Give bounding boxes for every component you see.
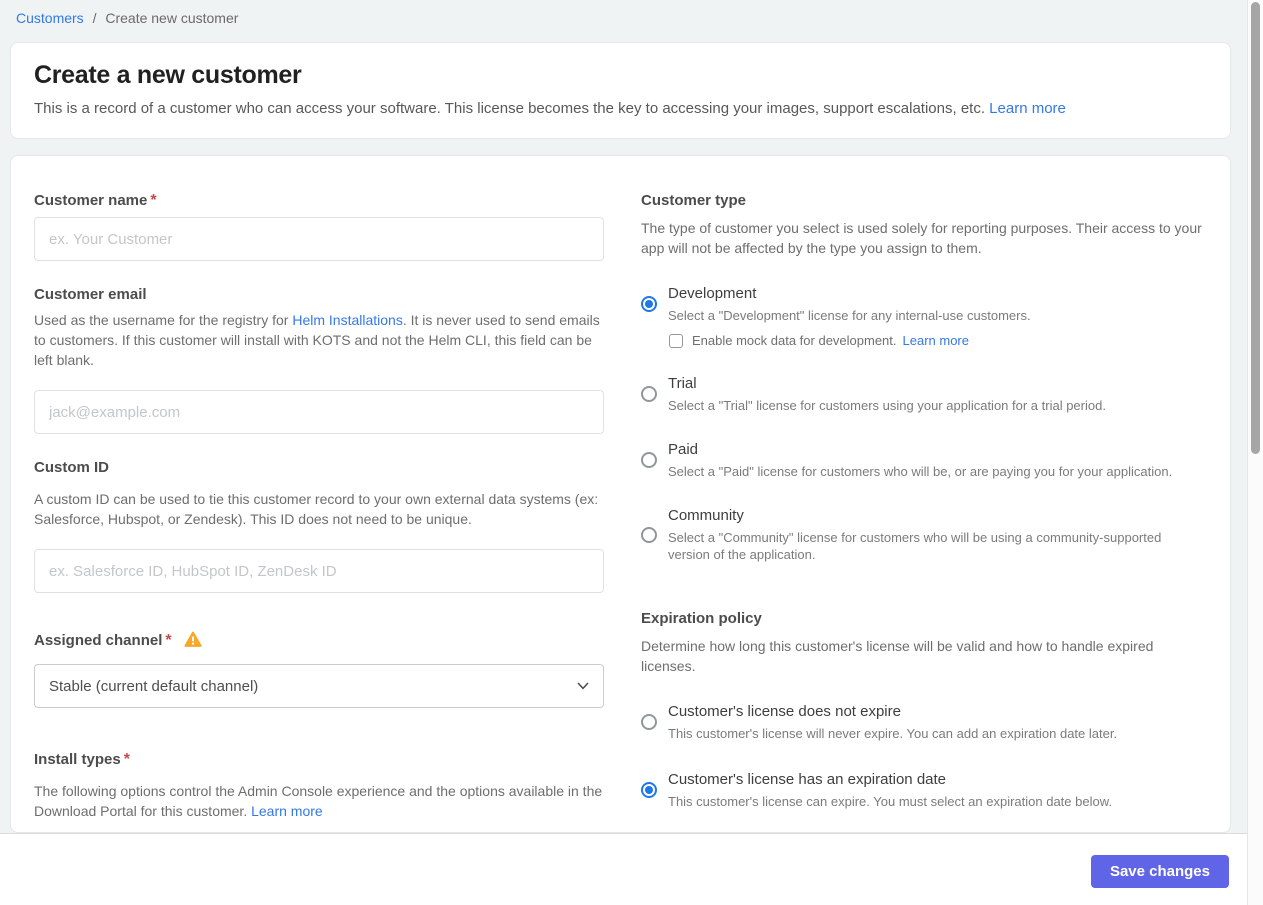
mock-data-row: Enable mock data for development. Learn … <box>669 333 1204 348</box>
assigned-channel-group: Assigned channel * Stable (current defaul… <box>34 631 604 708</box>
license-never-expires-label[interactable]: Customer's license does not expire <box>668 702 1117 721</box>
breadcrumb-current: Create new customer <box>105 10 239 26</box>
install-types-learn-more-link[interactable]: Learn more <box>251 803 323 819</box>
form-left-column: Customer name* Customer email Used as th… <box>34 191 604 821</box>
expiration-option-has-date: Customer's license has an expiration dat… <box>641 770 1204 810</box>
customer-type-option-paid: Paid Select a "Paid" license for custome… <box>641 440 1204 480</box>
license-never-expires-description: This customer's license will never expir… <box>668 726 1118 741</box>
expiration-policy-group: Expiration policy Determine how long thi… <box>641 609 1204 810</box>
trial-option-description: Select a "Trial" license for customers u… <box>668 398 1106 413</box>
mock-data-learn-more-link[interactable]: Learn more <box>903 333 969 348</box>
warning-icon <box>184 631 202 647</box>
customer-type-option-development: Development Select a "Development" licen… <box>641 284 1204 348</box>
customer-type-option-trial: Trial Select a "Trial" license for custo… <box>641 374 1204 414</box>
breadcrumb-separator: / <box>92 10 97 26</box>
development-option-label[interactable]: Development <box>668 284 1031 303</box>
community-option-label[interactable]: Community <box>668 506 1204 525</box>
install-types-label: Install types <box>34 751 121 768</box>
assigned-channel-select[interactable]: Stable (current default channel) <box>34 664 604 708</box>
breadcrumb: Customers / Create new customer <box>16 10 238 26</box>
customer-type-option-community: Community Select a "Community" license f… <box>641 506 1204 563</box>
customer-email-label: Customer email <box>34 286 147 303</box>
page-header-card: Create a new customer This is a record o… <box>10 42 1231 139</box>
install-types-group: Install types * The following options con… <box>34 750 604 821</box>
license-expiration-date-radio[interactable] <box>641 782 657 798</box>
create-customer-form-card: Customer name* Customer email Used as th… <box>10 155 1231 833</box>
required-asterisk: * <box>165 632 172 649</box>
customer-type-group: Customer type The type of customer you s… <box>641 191 1204 563</box>
install-types-description: The following options control the Admin … <box>34 781 604 821</box>
trial-option-label[interactable]: Trial <box>668 374 1106 393</box>
required-asterisk: * <box>123 751 130 768</box>
customer-email-description: Used as the username for the registry fo… <box>34 310 604 370</box>
expiration-policy-description: Determine how long this customer's licen… <box>641 638 1154 674</box>
form-right-column: Customer type The type of customer you s… <box>641 191 1204 810</box>
customer-type-label: Customer type <box>641 192 747 209</box>
expiration-policy-options: Customer's license does not expire This … <box>641 702 1204 810</box>
paid-option-label[interactable]: Paid <box>668 440 1172 459</box>
expiration-policy-label: Expiration policy <box>641 610 762 627</box>
custom-id-input[interactable] <box>34 549 604 593</box>
form-footer-bar: Save changes <box>0 833 1247 905</box>
save-changes-button[interactable]: Save changes <box>1090 855 1229 888</box>
mock-data-checkbox-label[interactable]: Enable mock data for development. <box>692 333 897 348</box>
paid-radio[interactable] <box>641 452 657 468</box>
assigned-channel-label: Assigned channel <box>34 632 163 649</box>
trial-radio[interactable] <box>641 386 657 402</box>
page-description: This is a record of a customer who can a… <box>34 100 1207 117</box>
mock-data-checkbox[interactable] <box>669 333 683 348</box>
license-expiration-date-label[interactable]: Customer's license has an expiration dat… <box>668 770 1112 789</box>
custom-id-group: Custom ID A custom ID can be used to tie… <box>34 458 604 593</box>
customer-name-group: Customer name * <box>34 191 604 261</box>
breadcrumb-link-customers[interactable]: Customers <box>16 10 84 26</box>
custom-id-description: A custom ID can be used to tie this cust… <box>34 491 599 527</box>
page-description-text: This is a record of a customer who can a… <box>34 100 985 117</box>
page-title: Create a new customer <box>34 61 302 89</box>
customer-type-description: The type of customer you select is used … <box>641 220 1202 256</box>
license-never-expires-radio[interactable] <box>641 714 657 730</box>
development-radio[interactable] <box>641 296 657 312</box>
expiration-option-never: Customer's license does not expire This … <box>641 702 1204 742</box>
customer-email-input[interactable] <box>34 390 604 434</box>
helm-installations-link[interactable]: Helm Installations <box>292 312 403 328</box>
customer-name-label: Customer name <box>34 192 148 209</box>
customer-type-options: Development Select a "Development" licen… <box>641 284 1204 563</box>
customer-email-group: Customer email Used as the username for … <box>34 285 604 434</box>
custom-id-label: Custom ID <box>34 459 109 476</box>
development-option-description: Select a "Development" license for any i… <box>668 308 1031 323</box>
required-asterisk: * <box>150 192 157 209</box>
assigned-channel-selected-value: Stable (current default channel) <box>49 677 259 695</box>
scrollbar-thumb[interactable] <box>1251 2 1260 454</box>
customer-name-input[interactable] <box>34 217 604 261</box>
chevron-down-icon <box>577 682 589 690</box>
header-learn-more-link[interactable]: Learn more <box>989 100 1066 117</box>
license-expiration-date-description: This customer's license can expire. You … <box>668 794 1112 809</box>
scrollbar-track[interactable] <box>1247 0 1263 905</box>
customer-email-description-before: Used as the username for the registry fo… <box>34 312 293 328</box>
community-option-description: Select a "Community" license for custome… <box>668 530 1162 562</box>
paid-option-description: Select a "Paid" license for customers wh… <box>668 464 1173 479</box>
community-radio[interactable] <box>641 526 657 543</box>
